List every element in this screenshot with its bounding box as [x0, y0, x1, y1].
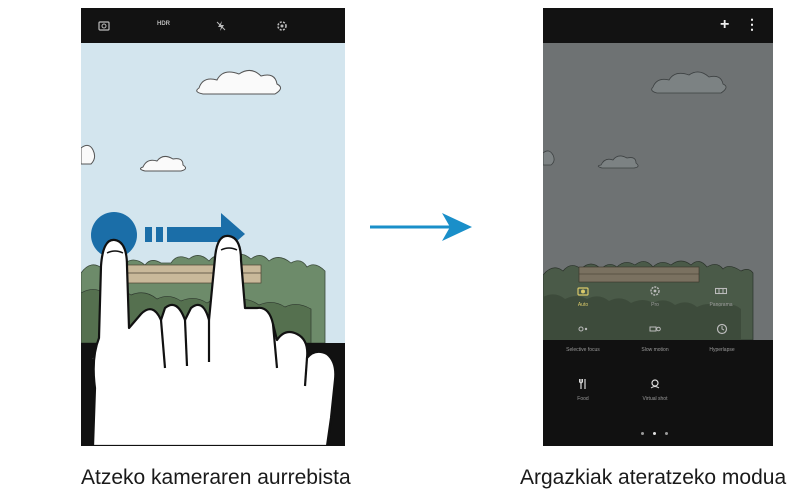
page-dot[interactable]: [665, 432, 668, 435]
slow-motion-mode-icon[interactable]: [649, 323, 661, 335]
hyperlapse-mode-icon[interactable]: [716, 323, 728, 335]
mode-label-panorama: Panorama: [709, 302, 733, 308]
caption-rear-camera-preview: Atzeko kameraren aurrebista: [81, 466, 351, 489]
selective-focus-mode-icon[interactable]: [577, 323, 589, 335]
virtual-shot-mode-icon[interactable]: [649, 378, 661, 390]
mode-label-virtual-shot: Virtual shot: [642, 396, 668, 402]
panorama-mode-icon[interactable]: [715, 285, 727, 297]
mode-label-auto: Auto: [577, 302, 589, 308]
caption-shooting-mode: Argazkiak ateratzeko modua: [520, 466, 787, 489]
mode-label-hyperlapse: Hyperlapse: [709, 347, 735, 353]
mode-label-slow-motion: Slow motion: [641, 347, 669, 353]
modes-top-bar: + ⋮: [543, 8, 773, 43]
mode-label-selective-focus: Selective focus: [566, 347, 600, 353]
food-mode-icon[interactable]: [577, 378, 589, 390]
page-dot[interactable]: [641, 432, 644, 435]
swipe-hand-illustration: [91, 234, 337, 446]
add-icon[interactable]: +: [720, 16, 729, 34]
mode-label-food: Food: [577, 396, 589, 402]
mode-label-pro: Pro: [651, 302, 659, 308]
more-options-icon[interactable]: ⋮: [745, 16, 759, 33]
transition-arrow-icon: [370, 213, 472, 241]
modes-bottom-panel: Selective focus Slow motion Hyperlapse F…: [543, 323, 773, 446]
rear-camera-preview-screen: HDR: [81, 8, 345, 446]
pro-mode-icon[interactable]: [649, 285, 661, 297]
shooting-modes-screen: + ⋮ Auto Pro Panorama Selective focus Sl…: [543, 8, 773, 446]
auto-mode-icon[interactable]: [577, 285, 589, 297]
page-dot-active[interactable]: [653, 432, 656, 435]
